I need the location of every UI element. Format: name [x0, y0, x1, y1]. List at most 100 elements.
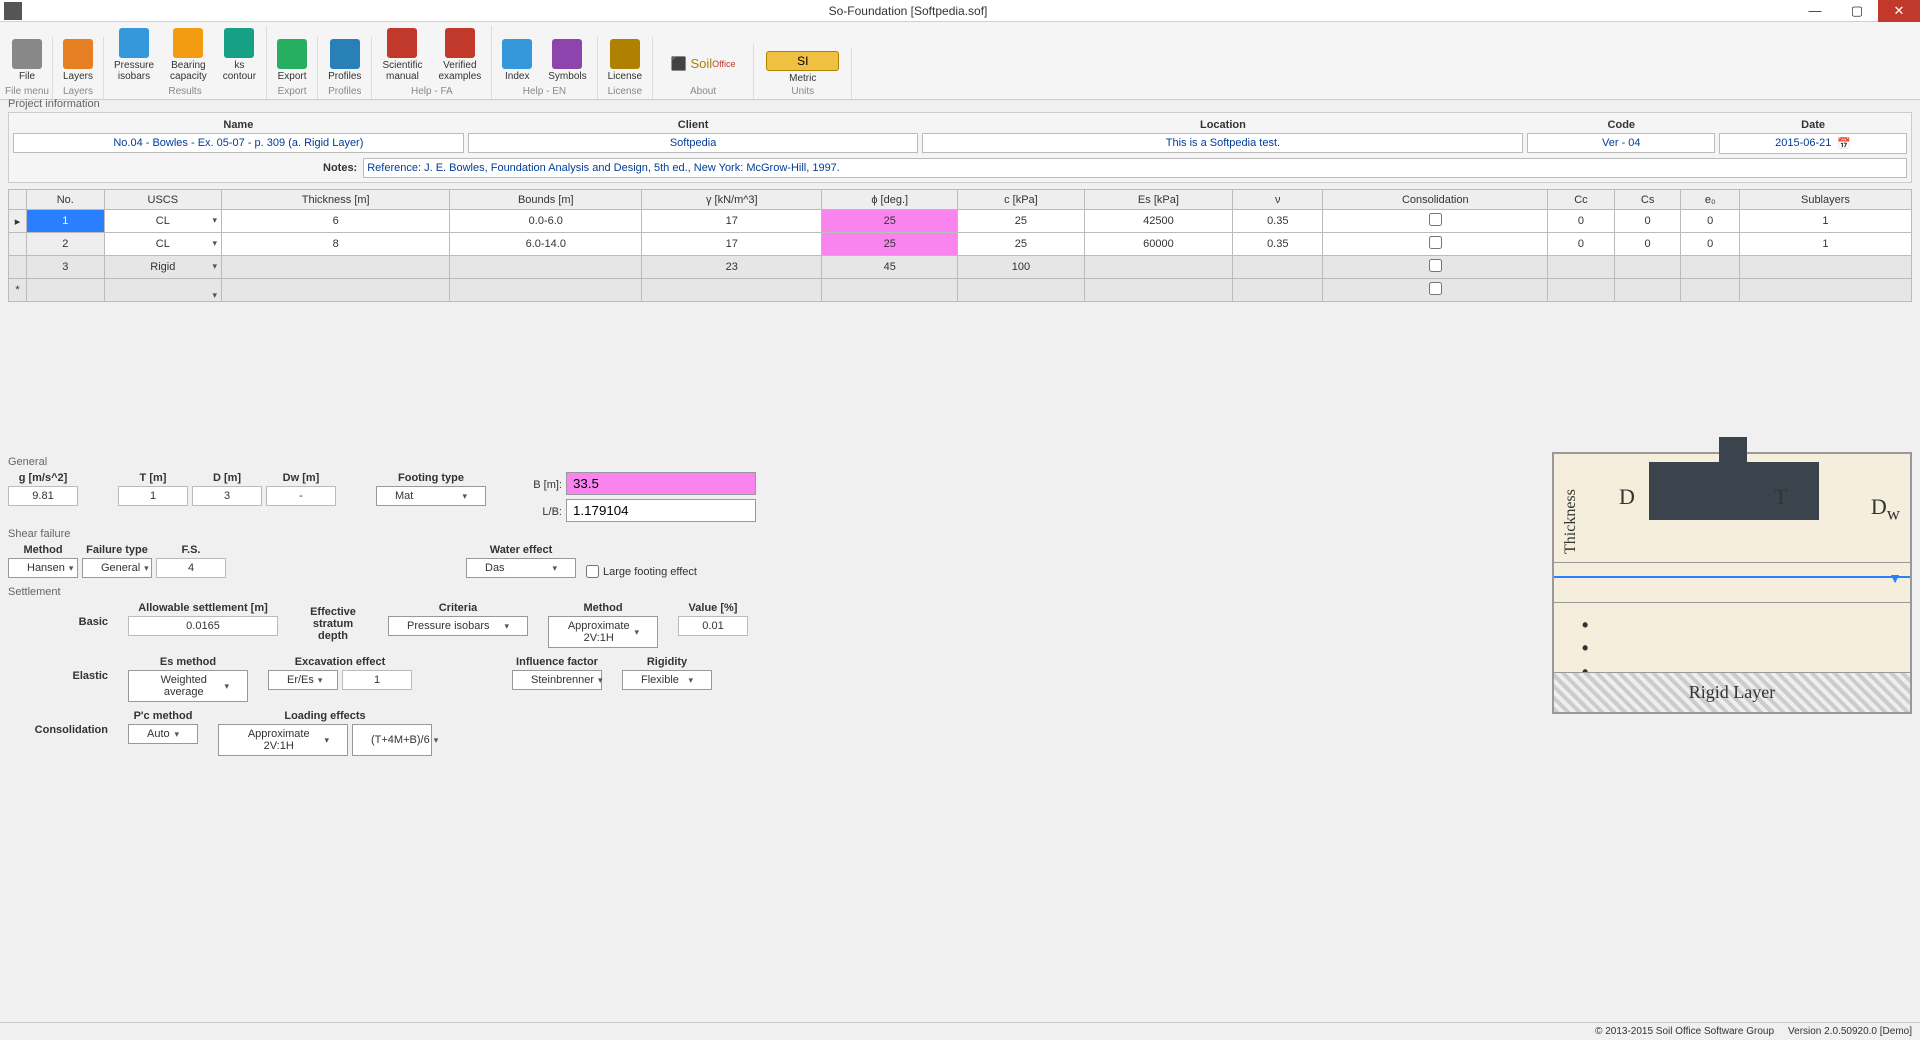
t-header: T [m]: [138, 470, 169, 486]
value-input[interactable]: 0.01: [678, 616, 748, 636]
row-selector[interactable]: [9, 256, 27, 279]
rig-select[interactable]: Flexible: [622, 670, 712, 690]
location-value[interactable]: This is a Softpedia test.: [922, 133, 1523, 153]
uscs-select[interactable]: CL: [104, 210, 221, 233]
footing-header: Footing type: [396, 470, 466, 486]
settlement-header: Settlement: [8, 586, 1538, 598]
uscs-select[interactable]: Rigid: [104, 256, 221, 279]
footing-select[interactable]: Mat: [376, 486, 486, 506]
consol-checkbox[interactable]: [1429, 259, 1442, 272]
dw-header: Dw [m]: [281, 470, 322, 486]
load-select[interactable]: Approximate 2V:1H: [218, 724, 348, 756]
d-input[interactable]: 3: [192, 486, 262, 506]
column-header[interactable]: Bounds [m]: [450, 190, 642, 210]
es-select[interactable]: Weighted average: [128, 670, 248, 702]
ribbon-scientific-manual[interactable]: Scientific manual: [374, 26, 430, 84]
close-button[interactable]: ✕: [1878, 0, 1920, 22]
si-button[interactable]: SI: [766, 51, 839, 71]
column-header[interactable]: e₀: [1681, 190, 1739, 210]
ribbon-icon: [224, 28, 254, 58]
column-header[interactable]: USCS: [104, 190, 221, 210]
column-header[interactable]: γ [kN/m^3]: [642, 190, 822, 210]
inf-header: Influence factor: [514, 654, 600, 670]
location-header: Location: [922, 117, 1523, 133]
load2-select[interactable]: (T+4M+B)/6: [352, 724, 432, 756]
consol-checkbox[interactable]: [1429, 236, 1442, 249]
ribbon-icon: [277, 39, 307, 69]
row-selector[interactable]: ▸: [9, 210, 27, 233]
inf-select[interactable]: Steinbrenner: [512, 670, 602, 690]
diagram-footing: [1649, 462, 1819, 520]
diagram-stem: [1719, 437, 1747, 462]
t-input[interactable]: 1: [118, 486, 188, 506]
consol-label: Consolidation: [8, 708, 108, 736]
date-value[interactable]: 2015-06-21📅: [1719, 133, 1907, 154]
fs-input[interactable]: 4: [156, 558, 226, 578]
allow-input[interactable]: 0.0165: [128, 616, 278, 636]
uscs-select[interactable]: CL: [104, 233, 221, 256]
ribbon-verified-examples[interactable]: Verified examples: [430, 26, 489, 84]
column-header[interactable]: Thickness [m]: [222, 190, 450, 210]
ribbon-export[interactable]: Export: [269, 37, 315, 84]
column-header[interactable]: c [kPa]: [958, 190, 1085, 210]
large-footing-checkbox[interactable]: [586, 565, 599, 578]
column-header[interactable]: ν: [1233, 190, 1323, 210]
exc-input[interactable]: 1: [342, 670, 412, 690]
column-header[interactable]: Es [kPa]: [1084, 190, 1232, 210]
name-header: Name: [13, 117, 464, 133]
notes-input[interactable]: Reference: J. E. Bowles, Foundation Anal…: [363, 158, 1907, 178]
maximize-button[interactable]: ▢: [1836, 0, 1878, 22]
large-footing-label: Large footing effect: [603, 566, 697, 578]
row-selector[interactable]: [9, 233, 27, 256]
column-header[interactable]: Cs: [1614, 190, 1681, 210]
method-header: Method: [21, 542, 64, 558]
ribbon-symbols[interactable]: Symbols: [540, 37, 594, 84]
ribbon-layers[interactable]: Layers: [55, 37, 101, 84]
layers-table[interactable]: No.USCSThickness [m]Bounds [m]γ [kN/m^3]…: [8, 189, 1912, 302]
ribbon-icon: [330, 39, 360, 69]
ribbon-icon: [12, 39, 42, 69]
ftype-select[interactable]: General: [82, 558, 152, 578]
name-value[interactable]: No.04 - Bowles - Ex. 05-07 - p. 309 (a. …: [13, 133, 464, 153]
basic-label: Basic: [8, 600, 108, 628]
smethod-select[interactable]: Approximate 2V:1H: [548, 616, 658, 648]
diagram-t-label: T: [1774, 484, 1787, 510]
lb-input[interactable]: [566, 499, 756, 522]
ribbon-index[interactable]: Index: [494, 37, 540, 84]
b-input[interactable]: [566, 472, 756, 495]
code-value[interactable]: Ver - 04: [1527, 133, 1715, 153]
ribbon-ks-contour[interactable]: ks contour: [215, 26, 264, 84]
client-value[interactable]: Softpedia: [468, 133, 919, 153]
ftype-header: Failure type: [84, 542, 150, 558]
consol-checkbox[interactable]: [1429, 213, 1442, 226]
method-select[interactable]: Hansen: [8, 558, 78, 578]
dw-input[interactable]: -: [266, 486, 336, 506]
pc-select[interactable]: Auto: [128, 724, 198, 744]
allow-header: Allowable settlement [m]: [136, 600, 270, 616]
ribbon-license[interactable]: License: [600, 37, 650, 84]
column-header[interactable]: ϕ [deg.]: [822, 190, 958, 210]
about-logo[interactable]: ⬛ SoilOffice: [655, 44, 751, 84]
g-input[interactable]: 9.81: [8, 486, 78, 506]
calendar-icon[interactable]: 📅: [1837, 137, 1851, 150]
column-header[interactable]: Sublayers: [1739, 190, 1911, 210]
ribbon-icon: [502, 39, 532, 69]
water-select[interactable]: Das: [466, 558, 576, 578]
ribbon-icon: [387, 28, 417, 58]
eff-stratum-label: Effective stratum depth: [298, 600, 368, 642]
ribbon-pressure-isobars[interactable]: Pressure isobars: [106, 26, 162, 84]
criteria-header: Criteria: [437, 600, 480, 616]
rig-header: Rigidity: [645, 654, 689, 670]
ribbon-profiles[interactable]: Profiles: [320, 37, 369, 84]
exc-select[interactable]: Er/Es: [268, 670, 338, 690]
minimize-button[interactable]: —: [1794, 0, 1836, 22]
ribbon-bearing-capacity[interactable]: Bearing capacity: [162, 26, 215, 84]
ribbon-file[interactable]: File: [4, 37, 50, 84]
column-header[interactable]: Consolidation: [1323, 190, 1548, 210]
column-header[interactable]: No.: [27, 190, 105, 210]
water-header: Water effect: [488, 542, 555, 558]
ribbon-icon: [445, 28, 475, 58]
column-header[interactable]: Cc: [1548, 190, 1615, 210]
criteria-select[interactable]: Pressure isobars: [388, 616, 528, 636]
ribbon-icon: [119, 28, 149, 58]
